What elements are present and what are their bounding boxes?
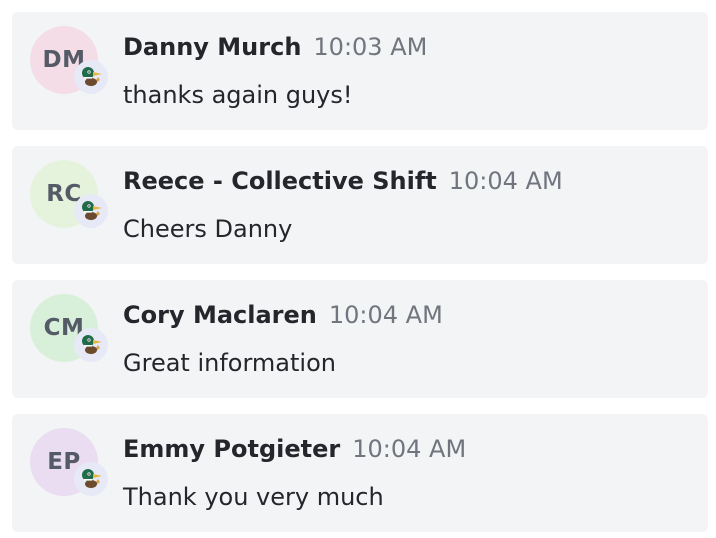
message-text: Cheers Danny xyxy=(123,215,293,243)
timestamp: 10:03 AM xyxy=(313,33,428,61)
duck-icon xyxy=(74,462,108,496)
author-name[interactable]: Danny Murch xyxy=(123,33,301,61)
message-text: thanks again guys! xyxy=(123,81,353,109)
author-row: Cory Maclaren 10:04 AM xyxy=(123,298,443,332)
timestamp: 10:04 AM xyxy=(352,435,467,463)
message-item[interactable]: EP Emmy Potgieter 10:04 AM Thank you very… xyxy=(12,414,708,532)
message-item[interactable]: RC Reece - Collective Shift 10:04 AM Chee… xyxy=(12,146,708,264)
message-text: Thank you very much xyxy=(123,483,384,511)
timestamp: 10:04 AM xyxy=(448,167,563,195)
author-row: Emmy Potgieter 10:04 AM xyxy=(123,432,466,466)
timestamp: 10:04 AM xyxy=(328,301,443,329)
message-item[interactable]: DM Danny Murch 10:03 AM thanks again guys… xyxy=(12,12,708,130)
message-item[interactable]: CM Cory Maclaren 10:04 AM Great informati… xyxy=(12,280,708,398)
duck-icon xyxy=(74,328,108,362)
duck-icon xyxy=(74,60,108,94)
author-name[interactable]: Emmy Potgieter xyxy=(123,435,340,463)
author-row: Danny Murch 10:03 AM xyxy=(123,30,427,64)
duck-icon xyxy=(74,194,108,228)
author-name[interactable]: Cory Maclaren xyxy=(123,301,317,329)
author-row: Reece - Collective Shift 10:04 AM xyxy=(123,164,563,198)
author-name[interactable]: Reece - Collective Shift xyxy=(123,167,437,195)
message-text: Great information xyxy=(123,349,336,377)
message-feed: DM Danny Murch 10:03 AM thanks again guys… xyxy=(0,0,716,538)
